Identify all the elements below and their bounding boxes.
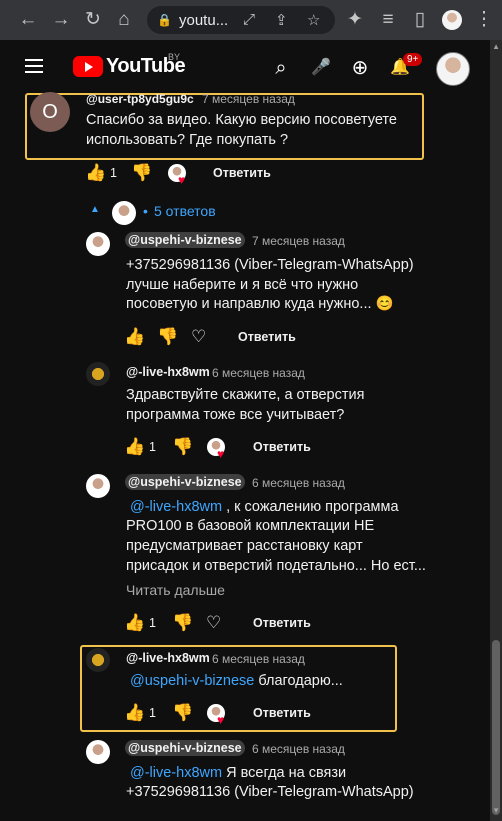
comment-author[interactable]: @user-tp8yd5gu9c	[86, 92, 194, 106]
reply-button[interactable]: Ответить	[253, 706, 311, 720]
reply-text-line: +375296981136 (Viber-Telegram-WhatsApp)	[126, 257, 414, 273]
share-icon[interactable]: ⇪	[275, 11, 288, 29]
reply-time[interactable]: 6 месяцев назад	[212, 652, 305, 666]
like-icon[interactable]: 👍	[124, 703, 145, 723]
reply-time[interactable]: 7 месяцев назад	[252, 234, 345, 248]
mention-link[interactable]: @uspehi-v-biznese	[130, 673, 254, 689]
reply-text-line: Здравствуйте скажите, а отверстия	[126, 387, 365, 403]
reply-author[interactable]: @uspehi-v-biznese	[125, 232, 245, 248]
search-icon[interactable]: ⌕	[270, 57, 292, 79]
reply-time[interactable]: 6 месяцев назад	[212, 366, 305, 380]
bookmark-star-icon[interactable]: ☆	[307, 11, 320, 29]
like-icon[interactable]: 👍	[85, 163, 106, 183]
like-icon[interactable]: 👍	[124, 613, 145, 633]
create-video-icon[interactable]: ⊕	[349, 57, 371, 79]
reply-avatar[interactable]	[86, 232, 110, 256]
heart-icon: ♥	[217, 713, 225, 727]
country-code: BY	[168, 52, 181, 62]
notification-count-badge: 9+	[403, 53, 423, 66]
guide-menu-icon[interactable]	[25, 59, 43, 73]
reply-text-line-first: @-live-hx8wm , к сожалению программа	[130, 497, 399, 517]
dislike-icon[interactable]: 👎	[172, 703, 193, 723]
reply-button[interactable]: Ответить	[253, 616, 311, 630]
reply-avatar[interactable]	[86, 648, 110, 672]
reply-text-line: программа тоже все учитывает?	[126, 407, 345, 423]
youtube-play-icon	[73, 56, 103, 77]
address-bar[interactable]: 🔒 youtu... ⤢ ⇪ ☆	[147, 6, 335, 34]
like-icon[interactable]: 👍	[124, 437, 145, 457]
forward-icon[interactable]: →	[50, 9, 72, 31]
media-control-icon[interactable]: ≡	[377, 9, 399, 31]
heart-icon: ♥	[178, 173, 186, 187]
comment-text-line: Спасибо за видео. Какую версию посоветуе…	[86, 112, 397, 128]
lock-icon[interactable]: 🔒	[157, 13, 172, 27]
dislike-icon[interactable]: 👎	[172, 437, 193, 457]
reply-text-line: лучше наберите и я всё что нужно	[126, 277, 359, 293]
commenter-avatar[interactable]: O	[30, 92, 70, 132]
scrollbar-thumb[interactable]	[492, 640, 500, 815]
comment-time[interactable]: 7 месяцев назад	[202, 92, 295, 106]
reply-text-line: предусматривает расстановку карт	[126, 538, 363, 554]
reply-avatar[interactable]	[86, 740, 110, 764]
mention-link[interactable]: @-live-hx8wm	[130, 499, 222, 515]
heart-icon: ♥	[217, 447, 225, 461]
heart-outline-icon[interactable]: ♡	[191, 327, 206, 347]
microphone-icon[interactable]: 🎤	[310, 57, 332, 79]
like-count: 1	[149, 616, 156, 630]
account-avatar[interactable]	[436, 52, 470, 86]
reply-author[interactable]: @uspehi-v-biznese	[125, 474, 245, 490]
reply-text-line: присадок и отверстий подетально... Но ес…	[126, 558, 426, 574]
reply-author[interactable]: @-live-hx8wm	[126, 651, 210, 665]
heart-outline-icon[interactable]: ♡	[206, 613, 221, 633]
reply-button[interactable]: Ответить	[213, 166, 271, 180]
reply-author[interactable]: @uspehi-v-biznese	[125, 740, 245, 756]
reply-text-line: PRO100 в базовой комплектации НЕ	[126, 518, 375, 534]
reply-button[interactable]: Ответить	[238, 330, 296, 344]
reply-author-avatar	[112, 201, 136, 225]
scroll-down-arrow-icon[interactable]: ▼	[492, 806, 500, 815]
browser-toolbar: ← → ↻ ⌂ 🔒 youtu... ⤢ ⇪ ☆ ✦ ≡ ▯ ⋮	[0, 0, 502, 40]
reply-text-line-first: @-live-hx8wm Я всегда на связи	[130, 763, 346, 783]
profile-avatar[interactable]	[442, 10, 462, 30]
reply-text: , к сожалению программа	[226, 499, 399, 515]
like-icon[interactable]: 👍	[124, 327, 145, 347]
back-icon[interactable]: ←	[17, 9, 39, 31]
reply-text: Я всегда на связи	[226, 765, 347, 781]
collapse-arrow-icon: ▲	[90, 204, 100, 215]
reload-icon[interactable]: ↻	[82, 9, 104, 31]
reply-avatar[interactable]	[86, 362, 110, 386]
open-in-app-icon[interactable]: ⤢	[243, 11, 255, 28]
reply-time[interactable]: 6 месяцев назад	[252, 742, 345, 756]
dislike-icon[interactable]: 👎	[157, 327, 178, 347]
reply-text-line: посоветую и направлю куда нужно... 😊	[126, 296, 394, 312]
read-more-link[interactable]: Читать дальше	[126, 582, 225, 598]
like-count: 1	[149, 440, 156, 454]
reply-button[interactable]: Ответить	[253, 440, 311, 454]
side-panel-icon[interactable]: ▯	[409, 9, 431, 31]
mention-link[interactable]: @-live-hx8wm	[130, 765, 222, 781]
browser-menu-icon[interactable]: ⋮	[473, 9, 495, 31]
scroll-up-arrow-icon[interactable]: ▲	[492, 42, 500, 51]
reply-text-line-first: @uspehi-v-biznese благодарю...	[130, 671, 343, 691]
dislike-icon[interactable]: 👎	[131, 163, 152, 183]
replies-count-label[interactable]: 5 ответов	[154, 203, 216, 219]
dislike-icon[interactable]: 👎	[172, 613, 193, 633]
extensions-icon[interactable]: ✦	[344, 9, 366, 31]
reply-text: благодарю...	[258, 673, 343, 689]
comment-text-line: использовать? Где покупать ?	[86, 132, 289, 148]
reply-avatar[interactable]	[86, 474, 110, 498]
like-count: 1	[149, 706, 156, 720]
home-icon[interactable]: ⌂	[113, 9, 135, 31]
reply-time[interactable]: 6 месяцев назад	[252, 476, 345, 490]
like-count: 1	[110, 166, 117, 180]
reply-text-line: +375296981136 (Viber-Telegram-WhatsApp)	[126, 784, 414, 800]
reply-author[interactable]: @-live-hx8wm	[126, 365, 210, 379]
bullet: •	[143, 203, 148, 219]
url-text[interactable]: youtu...	[179, 12, 228, 29]
